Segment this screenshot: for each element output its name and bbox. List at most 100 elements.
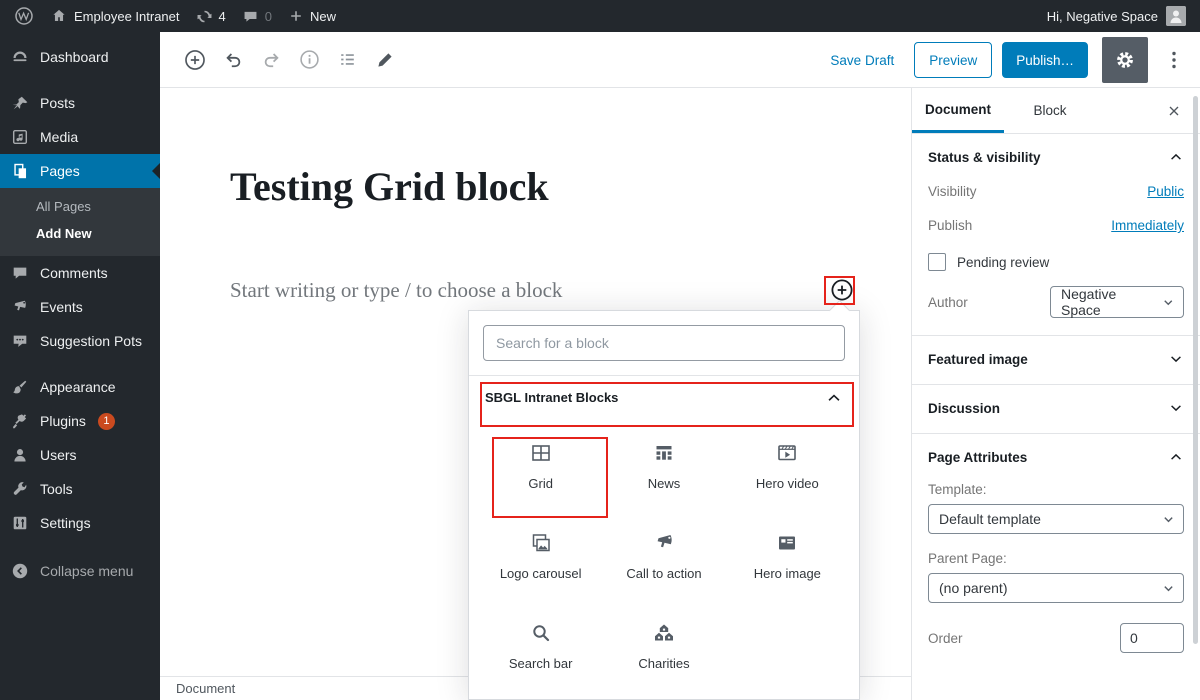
block-option-call-to-action[interactable]: Call to action [602,511,725,601]
add-block-button[interactable] [830,278,854,302]
sidebar-item-appearance[interactable]: Appearance [0,370,160,404]
panel-title: Discussion [928,400,1001,416]
user-greeting[interactable]: Hi, Negative Space [1047,9,1158,24]
sidebar-item-settings[interactable]: Settings [0,506,160,540]
visibility-value-link[interactable]: Public [1147,184,1184,199]
avatar[interactable] [1166,6,1186,26]
sidebar-item-label: Tools [40,481,73,497]
block-label: News [647,476,681,491]
admin-bar-comments[interactable]: 0 [242,8,272,25]
chat-dots-icon [13,335,27,347]
pencil-icon [378,52,392,67]
sidebar-item-comments[interactable]: Comments [0,256,160,290]
sidebar-subitem-all-pages[interactable]: All Pages [0,193,160,220]
parent-page-select[interactable]: (no parent) [928,573,1184,603]
block-label: Logo carousel [499,566,582,581]
block-option-logo-carousel[interactable]: Logo carousel [479,511,602,601]
hero-image-block-icon [779,536,796,550]
sidebar-subitem-add-new[interactable]: Add New [0,220,160,247]
comments-bubble-icon [244,11,257,22]
sidebar-item-media[interactable]: Media [0,120,160,154]
sidebar-item-collapse-menu[interactable]: Collapse menu [0,554,160,588]
sidebar-item-pages[interactable]: Pages [0,154,160,188]
sidebar-item-label: Dashboard [40,49,109,65]
block-inserter-toggle[interactable] [184,49,206,71]
sidebar-item-label: Collapse menu [40,563,134,579]
settings-toggle-button[interactable] [1102,37,1148,83]
user-avatar-icon [1166,6,1186,26]
empty-paragraph-block[interactable]: Start writing or type / to choose a bloc… [230,278,853,303]
order-label: Order [928,630,963,646]
wrench-icon [13,482,27,495]
tab-document[interactable]: Document [912,88,1004,133]
publish-button[interactable]: Publish… [1002,42,1088,78]
editor-toolbar: Save Draft Preview Publish… [160,32,1200,88]
plug-icon [13,414,27,429]
close-icon [1169,106,1179,116]
panel-status-header[interactable]: Status & visibility [928,149,1184,165]
block-navigation-button[interactable] [337,49,358,70]
admin-bar-updates[interactable]: 4 [196,8,226,25]
edit-mode-button[interactable] [375,50,395,70]
post-title-field[interactable]: Testing Grid block [230,164,840,210]
sidebar-tabs: Document Block [912,88,1200,134]
sidebar-item-suggestion-pots[interactable]: Suggestion Pots [0,324,160,358]
template-select[interactable]: Default template [928,504,1184,534]
block-label: Hero image [753,566,821,581]
redo-icon [264,53,279,68]
panel-page-attributes: Page Attributes Template: Default templa… [912,434,1200,670]
order-input[interactable] [1120,623,1184,653]
sidebar-item-dashboard[interactable]: Dashboard [0,40,160,74]
sidebar-scrollbar[interactable] [1193,96,1198,644]
sidebar-item-label: Plugins [40,413,86,429]
pending-review-checkbox[interactable] [928,253,946,271]
block-option-charities[interactable]: Charities [602,601,725,691]
block-category-sbgl[interactable]: SBGL Intranet Blocks [469,375,859,419]
plus-icon [291,11,301,21]
breadcrumb[interactable]: Document [176,681,235,696]
more-tools-button[interactable] [1160,45,1188,75]
content-structure-button[interactable] [299,49,320,70]
admin-bar-site-link[interactable]: Employee Intranet [50,7,180,25]
tab-block[interactable]: Block [1004,88,1096,133]
admin-sidebar: Dashboard Posts Media Pages All Pages Ad… [0,32,160,700]
block-option-search-bar[interactable]: Search bar [479,601,602,691]
sidebar-item-tools[interactable]: Tools [0,472,160,506]
publish-value-link[interactable]: Immediately [1111,218,1184,233]
paragraph-placeholder[interactable]: Start writing or type / to choose a bloc… [230,278,562,303]
block-label: Charities [638,656,690,671]
pages-icon [14,163,27,179]
undo-button[interactable] [223,49,244,70]
block-label: Call to action [626,566,702,581]
sidebar-item-label: Events [40,299,83,315]
sidebar-item-posts[interactable]: Posts [0,86,160,120]
chevron-down-icon [1164,585,1173,591]
panel-title: Page Attributes [928,449,1028,465]
panel-featured-image-header[interactable]: Featured image [928,351,1184,367]
wordpress-logo-icon[interactable] [14,6,34,26]
author-select[interactable]: Negative Space [1050,286,1184,318]
save-draft-button[interactable]: Save Draft [830,53,894,68]
panel-discussion-header[interactable]: Discussion [928,400,1184,416]
list-view-icon [341,54,354,65]
blocks-grid: Grid News Hero video Logo carousel Call … [469,419,859,693]
block-option-grid[interactable]: Grid [479,421,602,511]
block-search-input[interactable] [483,325,845,361]
admin-bar-new[interactable]: New [288,8,336,24]
grid-block-icon [531,445,550,461]
sidebar-item-plugins[interactable]: Plugins 1 [0,404,160,438]
call-to-action-block-icon [657,535,672,548]
block-option-hero-video[interactable]: Hero video [726,421,849,511]
admin-bar: Employee Intranet 4 0 New Hi, Negative S… [0,0,1200,32]
sidebar-item-users[interactable]: Users [0,438,160,472]
close-sidebar-button[interactable] [1158,88,1190,134]
redo-button[interactable] [261,49,282,70]
block-option-news[interactable]: News [602,421,725,511]
gear-icon [1117,52,1133,68]
settings-sidebar: Document Block Status & visibility Visib… [911,88,1200,700]
block-option-hero-image[interactable]: Hero image [726,511,849,601]
panel-page-attributes-header[interactable]: Page Attributes [928,449,1184,465]
sidebar-item-events[interactable]: Events [0,290,160,324]
megaphone-icon [14,300,26,311]
preview-button[interactable]: Preview [914,42,993,78]
